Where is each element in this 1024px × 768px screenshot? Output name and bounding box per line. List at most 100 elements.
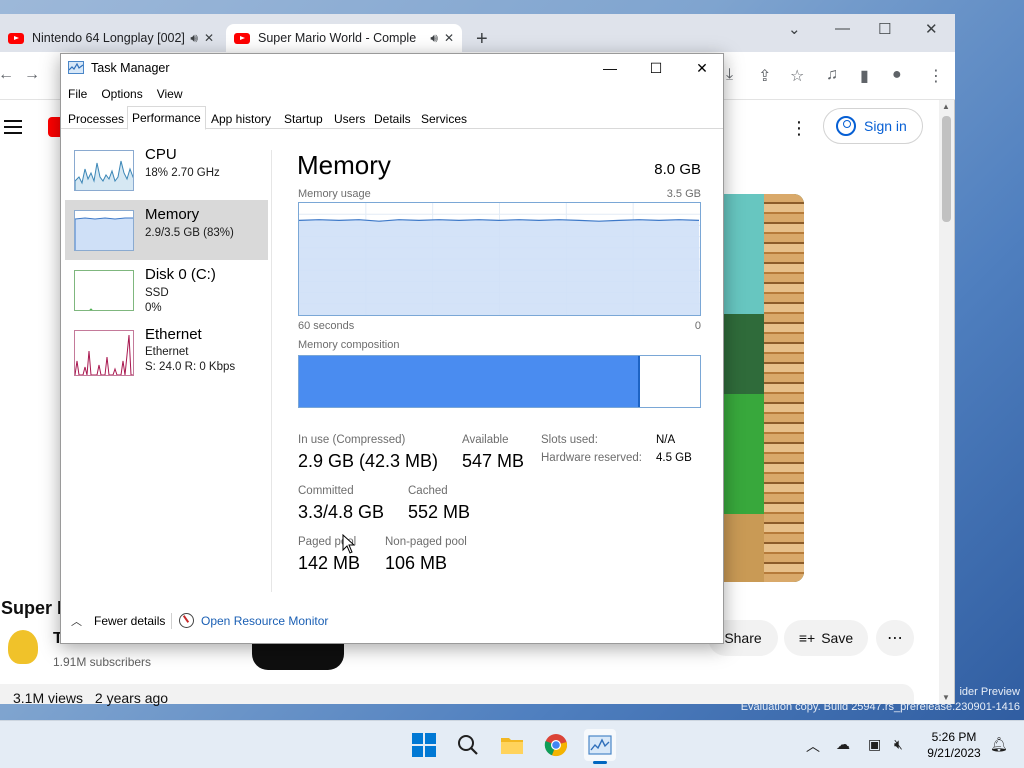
install-icon[interactable]: ⤓ — [726, 66, 733, 84]
slots-used-value: N/A — [656, 434, 676, 446]
channel-avatar[interactable] — [8, 630, 38, 664]
clock-time: 5:26 PM — [931, 730, 977, 744]
account-icon — [836, 116, 856, 136]
chevron-up-icon: ︿ — [71, 616, 82, 628]
memory-usage-plot — [298, 203, 700, 315]
show-hidden-icons-chevron-icon[interactable]: ︿ — [806, 736, 820, 756]
tab-processes[interactable]: Processes — [64, 108, 128, 129]
tab-services[interactable]: Services — [417, 108, 471, 129]
task-manager-titlebar[interactable]: Task Manager — ☐ ✕ — [61, 54, 723, 82]
subscribe-button[interactable] — [252, 640, 344, 670]
speaker-icon[interactable]: 🔊︎ — [430, 31, 438, 46]
maximize-icon[interactable]: ☐ — [878, 20, 891, 38]
sidebar-item-detail: 18% 2.70 GHz — [145, 167, 220, 179]
task-manager-icon — [588, 735, 612, 755]
profile-icon[interactable]: ● — [892, 66, 902, 84]
volume-muted-icon[interactable]: 🔇︎ — [894, 736, 903, 753]
new-tab-button[interactable]: + — [476, 28, 488, 51]
sidebar-item-detail: 2.9/3.5 GB (83%) — [145, 227, 234, 239]
fewer-details-button[interactable]: ︿ Fewer details — [71, 613, 165, 629]
search-button[interactable] — [452, 729, 484, 761]
ethernet-mini-graph — [74, 330, 134, 376]
media-control-icon[interactable]: ♫ — [826, 66, 838, 84]
cached-label: Cached — [408, 485, 448, 497]
sidebar-item-detail: 0% — [145, 302, 162, 314]
sidebar-item-ethernet[interactable]: Ethernet Ethernet S: 24.0 R: 0 Kbps — [65, 326, 268, 386]
view-count: 3.1M views — [13, 690, 84, 706]
save-button[interactable]: ≡+ Save — [784, 620, 868, 656]
bookmark-star-icon[interactable]: ☆ — [790, 66, 804, 86]
minimize-icon[interactable]: — — [835, 20, 850, 37]
cloud-sync-icon[interactable]: ☁ — [836, 736, 850, 753]
task-manager-taskbar-button[interactable] — [584, 729, 616, 764]
youtube-favicon-icon — [8, 32, 24, 44]
file-explorer-button[interactable] — [496, 729, 528, 761]
back-icon[interactable]: ← — [0, 66, 14, 84]
memory-in-use-segment — [299, 356, 640, 407]
task-manager-window: Task Manager — ☐ ✕ File Options View Pro… — [60, 53, 724, 644]
close-tab-icon[interactable]: ✕ — [204, 31, 214, 45]
upload-age: 2 years ago — [94, 690, 169, 706]
menu-bar: File Options View — [61, 84, 190, 104]
tab-performance[interactable]: Performance — [127, 106, 206, 130]
browser-tab[interactable]: Nintendo 64 Longplay [002] 🔊︎ ✕ — [0, 24, 222, 52]
video-player[interactable] — [722, 194, 804, 582]
chrome-icon — [544, 734, 568, 757]
scroll-down-icon[interactable]: ▼ — [942, 693, 950, 702]
tab-details[interactable]: Details — [370, 108, 415, 129]
sidebar-item-detail: Ethernet — [145, 346, 189, 358]
fewer-details-label: Fewer details — [94, 614, 166, 628]
hamburger-menu-icon[interactable] — [4, 120, 22, 134]
page-scrollbar[interactable]: ▲ ▼ — [939, 100, 954, 704]
browser-tab-active[interactable]: Super Mario World - Comple 🔊︎ ✕ — [226, 24, 462, 52]
network-icon[interactable]: ▣ — [868, 736, 881, 753]
side-panel-icon[interactable]: ▮ — [860, 66, 869, 86]
forward-icon[interactable]: → — [24, 66, 40, 84]
close-window-icon[interactable]: ✕ — [679, 56, 725, 80]
open-resource-monitor-link[interactable]: Open Resource Monitor — [179, 613, 328, 628]
start-button[interactable] — [408, 729, 440, 761]
system-clock[interactable]: 5:26 PM 9/21/2023 — [920, 729, 988, 761]
task-manager-app-icon — [68, 61, 84, 74]
disk-mini-graph — [74, 270, 134, 311]
cached-value: 552 MB — [408, 502, 471, 522]
performance-sidebar: CPU 18% 2.70 GHz Memory 2.9/3.5 GB (83%)… — [61, 130, 273, 600]
minimize-icon[interactable]: — — [587, 56, 633, 80]
committed-value: 3.3/4.8 GB — [298, 502, 385, 522]
chrome-button[interactable] — [540, 729, 572, 761]
menu-view[interactable]: View — [150, 84, 190, 104]
menu-options[interactable]: Options — [94, 84, 149, 104]
chrome-menu-icon[interactable]: ⋮ — [928, 66, 944, 86]
share-icon[interactable]: ⇪ — [758, 66, 771, 86]
notification-bell-icon[interactable]: 🔔︎ — [990, 736, 1008, 753]
playlist-add-icon: ≡+ — [798, 630, 816, 646]
close-window-icon[interactable]: ✕ — [925, 20, 938, 38]
tab-users[interactable]: Users — [330, 108, 369, 129]
scroll-up-icon[interactable]: ▲ — [942, 102, 950, 111]
more-options-icon[interactable]: ⋮ — [790, 118, 808, 139]
sidebar-item-cpu[interactable]: CPU 18% 2.70 GHz — [65, 140, 268, 200]
panel-heading: Memory — [297, 150, 391, 180]
available-label: Available — [462, 434, 509, 446]
windows-logo-icon — [412, 733, 436, 757]
sidebar-item-memory[interactable]: Memory 2.9/3.5 GB (83%) — [65, 200, 268, 260]
sidebar-item-disk[interactable]: Disk 0 (C:) SSD 0% — [65, 260, 268, 320]
close-tab-icon[interactable]: ✕ — [444, 31, 454, 45]
more-actions-button[interactable]: ⋯ — [876, 620, 914, 656]
memory-usage-label: Memory usage — [298, 188, 371, 200]
scroll-thumb[interactable] — [942, 116, 951, 222]
maximize-icon[interactable]: ☐ — [633, 56, 679, 80]
clock-date: 9/21/2023 — [927, 746, 981, 760]
memory-usage-graph — [298, 202, 701, 316]
tab-app-history[interactable]: App history — [207, 108, 275, 129]
available-value: 547 MB — [462, 451, 525, 471]
tab-search-chevron-icon[interactable]: ⌄ — [788, 20, 801, 38]
speaker-icon[interactable]: 🔊︎ — [190, 31, 198, 46]
in-use-label: In use (Compressed) — [298, 434, 406, 446]
video-description-box[interactable]: 3.1M views 2 years ago — [0, 684, 914, 706]
tab-startup[interactable]: Startup — [280, 108, 327, 129]
menu-file[interactable]: File — [61, 84, 94, 104]
task-manager-footer: ︿ Fewer details Open Resource Monitor — [61, 610, 723, 640]
sign-in-button[interactable]: Sign in — [823, 108, 923, 144]
game-hill — [722, 394, 766, 514]
